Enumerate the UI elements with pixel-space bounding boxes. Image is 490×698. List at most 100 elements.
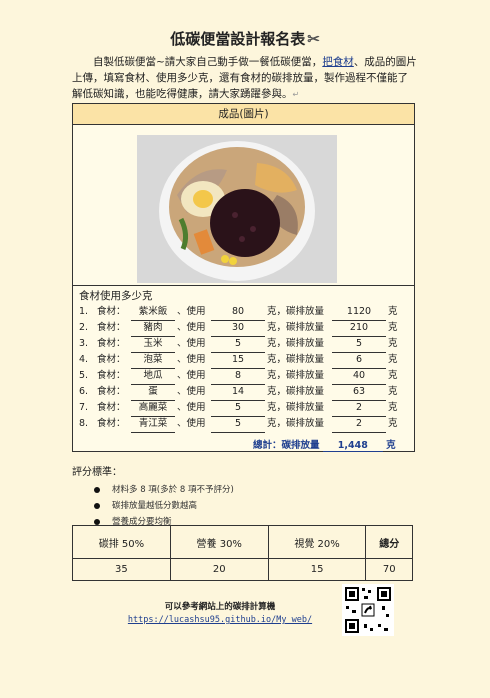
score-table: 碳排 50% 營養 30% 視覺 20% 總分 35 20 15 70 [72, 525, 413, 581]
score-criteria-label: 評分標準： [72, 467, 122, 478]
ingredient-row: 2. 食材： 豬肉 、使用 30 克，碳排放量 210 克 [79, 320, 409, 337]
carbon-label: 克，碳排放量 [267, 418, 325, 429]
ingredient-carbon: 63 [332, 384, 386, 401]
criteria-text: 材料多 8 項(多於 8 項不予評分) [112, 485, 234, 495]
carbon-label: 克，碳排放量 [267, 338, 325, 349]
score-header-nutrition: 營養 30% [169, 525, 269, 559]
ingredient-name: 高麗菜 [131, 400, 175, 417]
use-label: 、使用 [177, 322, 206, 333]
ingredient-number: 4. [79, 354, 89, 365]
ingredient-row: 4. 食材： 泡菜 、使用 15 克，碳排放量 6 克 [79, 352, 409, 369]
score-value-nutrition: 20 [169, 558, 269, 581]
ingredient-name: 紫米飯 [131, 304, 175, 321]
title-text: 低碳便當設計報名表 [170, 30, 306, 48]
intro-text-1: 自製低碳便當~請大家自己動手做一餐低碳便當， [93, 56, 323, 68]
gram-unit: 克 [388, 386, 398, 397]
gram-unit: 克 [388, 418, 398, 429]
page-title: 低碳便當設計報名表 ✂ [0, 28, 490, 49]
ingredient-row: 8. 食材： 青江菜 、使用 5 克，碳排放量 2 克 [79, 416, 409, 433]
gram-unit: 克 [388, 322, 398, 333]
score-value-visual: 15 [267, 558, 367, 581]
bento-photo [137, 135, 337, 283]
ingredient-label: 食材： [97, 322, 126, 333]
qr-code-icon [342, 584, 394, 636]
intro-paragraph: 自製低碳便當~請大家自己動手做一餐低碳便當，把食材、成品的圖片上傳，填寫食材、使… [72, 54, 417, 103]
criteria-text: 碳排放量越低分數越高 [112, 501, 198, 511]
ingredient-label: 食材： [97, 338, 126, 349]
carbon-label: 克，碳排放量 [267, 386, 325, 397]
ingredient-grams: 5 [211, 416, 265, 433]
ingredient-grams: 30 [211, 320, 265, 337]
ingredient-grams: 15 [211, 352, 265, 369]
ingredient-grams: 14 [211, 384, 265, 401]
ingredient-grams: 8 [211, 368, 265, 385]
use-label: 、使用 [177, 402, 206, 413]
ingredient-label: 食材： [97, 402, 126, 413]
criteria-item: 材料多 8 項(多於 8 項不予評分) [94, 482, 234, 498]
ingredient-number: 7. [79, 402, 89, 413]
ingredients-title: 食材使用多少克 [79, 290, 153, 302]
ingredient-carbon: 2 [332, 400, 386, 417]
ingredient-row: 7. 食材： 高麗菜 、使用 5 克，碳排放量 2 克 [79, 400, 409, 417]
ingredient-name: 青江菜 [131, 416, 175, 433]
ingredient-list: 1. 食材： 紫米飯 、使用 80 克，碳排放量 1120 克 2. 食材： 豬肉 、使用 30 克，碳排… [79, 304, 409, 433]
use-label: 、使用 [177, 386, 206, 397]
gram-unit: 克 [388, 402, 398, 413]
ingredient-number: 3. [79, 338, 89, 349]
gram-unit: 克 [388, 370, 398, 381]
bullet-icon [94, 486, 100, 493]
use-label: 、使用 [177, 354, 206, 365]
criteria-item: 碳排放量越低分數越高 [94, 498, 234, 514]
ingredient-name: 玉米 [131, 336, 175, 353]
photo-header: 成品(圖片) [73, 104, 414, 125]
ingredient-row: 5. 食材： 地瓜 、使用 8 克，碳排放量 40 克 [79, 368, 409, 385]
ingredient-name: 蛋 [131, 384, 175, 401]
ingredient-grams: 80 [211, 304, 265, 321]
ingredient-number: 2. [79, 322, 89, 333]
score-header-carbon: 碳排 50% [72, 525, 171, 559]
ingredient-carbon: 40 [332, 368, 386, 385]
ingredient-carbon: 2 [332, 416, 386, 433]
ingredient-label: 食材： [97, 306, 126, 317]
paragraph-mark-icon: ↵ [292, 90, 300, 99]
ingredient-name: 地瓜 [131, 368, 175, 385]
score-value-carbon: 35 [72, 558, 171, 581]
ingredient-carbon: 6 [332, 352, 386, 369]
ingredient-carbon: 5 [332, 336, 386, 353]
carbon-label: 克，碳排放量 [267, 322, 325, 333]
gram-unit: 克 [388, 306, 398, 317]
ingredient-number: 1. [79, 306, 89, 317]
ingredient-row: 1. 食材： 紫米飯 、使用 80 克，碳排放量 1120 克 [79, 304, 409, 321]
ingredient-carbon: 1120 [332, 304, 386, 321]
score-header-visual: 視覺 20% [267, 525, 367, 559]
ingredient-row: 6. 食材： 蛋、使用 14 克，碳排放量 63 克 [79, 384, 409, 401]
photo-cell [73, 125, 414, 286]
ingredient-label: 食材： [97, 386, 126, 397]
carbon-label: 克，碳排放量 [267, 370, 325, 381]
ingredient-carbon: 210 [332, 320, 386, 337]
ingredient-grams: 5 [211, 400, 265, 417]
ingredient-label: 食材： [97, 354, 126, 365]
use-label: 、使用 [177, 338, 206, 349]
reference-text: 可以參考網站上的碳排計算機 [164, 602, 276, 612]
scissors-icon: ✂ [307, 30, 320, 48]
ingredient-name: 泡菜 [131, 352, 175, 369]
score-header-row: 碳排 50% 營養 30% 視覺 20% 總分 [72, 525, 413, 559]
ingredient-number: 5. [79, 370, 89, 381]
ingredient-label: 食材： [97, 370, 126, 381]
gram-unit: 克 [388, 354, 398, 365]
ingredient-number: 6. [79, 386, 89, 397]
ingredient-grams: 5 [211, 336, 265, 353]
reference-link[interactable]: https://lucashsu95.github.io/My_web/ [120, 615, 320, 625]
carbon-label: 克，碳排放量 [267, 306, 325, 317]
criteria-list: 材料多 8 項(多於 8 項不予評分) 碳排放量越低分數越高 營養成分要均衡 [94, 482, 234, 530]
use-label: 、使用 [177, 306, 206, 317]
ingredient-number: 8. [79, 418, 89, 429]
carbon-label: 克，碳排放量 [267, 354, 325, 365]
total-unit: 克 [386, 440, 396, 451]
bullet-icon [94, 518, 100, 525]
ingredient-label: 食材： [97, 418, 126, 429]
score-value-row: 35 20 15 70 [72, 558, 413, 581]
document-page: 低碳便當設計報名表 ✂ 自製低碳便當~請大家自己動手做一餐低碳便當，把食材、成品的… [0, 0, 490, 698]
score-header-total: 總分 [365, 525, 413, 559]
